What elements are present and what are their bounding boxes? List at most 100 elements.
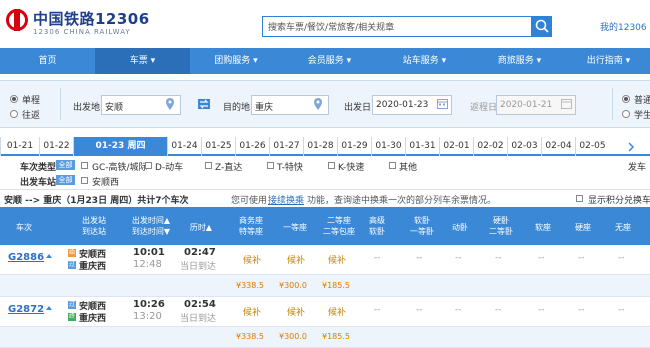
pass-station-icon: 过	[68, 261, 76, 269]
date-tab[interactable]: 02-05	[575, 137, 609, 156]
all-stations-button[interactable]: 全部	[56, 175, 75, 185]
search-icon	[535, 19, 549, 33]
nav-guide[interactable]: 出行指南 ▾	[567, 48, 650, 74]
all-types-button[interactable]: 全部	[56, 160, 75, 170]
show-points-label: 显示积分兑换车	[588, 196, 650, 206]
price-business: ¥338.5	[236, 332, 264, 341]
arrive-station[interactable]: 重庆西	[79, 259, 106, 272]
arrive-day: 当日到达	[180, 262, 217, 272]
seat-first[interactable]: 候补	[287, 253, 305, 266]
my-account-link[interactable]: 我的12306	[600, 20, 647, 33]
pass-station-icon: 过	[68, 301, 76, 309]
type-gc-label: GC-高铁/城际	[92, 163, 148, 173]
round-trip-label: 往返	[22, 111, 41, 121]
seat-soft-sleeper: --	[416, 305, 423, 315]
date-tab[interactable]: 01-24	[167, 137, 201, 156]
nav-tickets[interactable]: 车票 ▾	[95, 48, 190, 74]
date-tab[interactable]: 02-04	[541, 137, 575, 156]
date-tab[interactable]: 01-30	[371, 137, 405, 156]
seat-none: --	[618, 305, 625, 315]
start-station-icon: 始	[68, 249, 76, 257]
student-ticket-radio[interactable]	[622, 110, 630, 118]
date-tab-active[interactable]: 01-23 周四	[73, 137, 167, 156]
nav-station[interactable]: 站车服务 ▾	[377, 48, 472, 74]
return-date-value: 2020-01-21	[500, 100, 553, 110]
type-t-checkbox[interactable]	[267, 162, 274, 169]
seat-business[interactable]: 候补	[243, 305, 261, 318]
date-tab[interactable]: 01-26	[235, 137, 269, 156]
location-pin-icon	[166, 98, 174, 110]
seat-business[interactable]: 候补	[243, 253, 261, 266]
transfer-link[interactable]: 接续换乘	[268, 193, 304, 206]
student-ticket-label: 学生	[634, 111, 650, 121]
date-tab[interactable]: 02-03	[507, 137, 541, 156]
seat-hard-sleeper: --	[495, 253, 502, 263]
from-label: 出发地	[73, 103, 101, 113]
seat-soft: --	[538, 305, 545, 315]
show-points-checkbox[interactable]	[576, 195, 583, 202]
from-value: 安顺	[105, 103, 124, 113]
station-checkbox[interactable]	[81, 177, 88, 184]
expand-arrow-icon[interactable]	[45, 252, 53, 260]
type-gc-checkbox[interactable]	[81, 162, 88, 169]
normal-ticket-radio[interactable]	[622, 95, 630, 103]
date-tab[interactable]: 01-27	[269, 137, 303, 156]
type-k-checkbox[interactable]	[328, 162, 335, 169]
date-tab[interactable]: 01-22	[39, 137, 73, 156]
depart-time: 10:01	[133, 247, 165, 258]
return-date-label: 返程日	[470, 103, 498, 113]
transfer-tip-suffix: 功能，查询途中换乘一次的部分列车余票情况。	[307, 196, 497, 206]
seat-hsoft: --	[374, 253, 381, 263]
railway-logo-icon[interactable]	[6, 9, 28, 31]
nav-group[interactable]: 团购服务 ▾	[190, 48, 282, 74]
nav-home[interactable]: 首页	[0, 48, 95, 74]
col-times[interactable]: 出发时间▲ 到达时间▼	[122, 215, 180, 237]
col-stations: 出发站 到达站	[82, 216, 106, 236]
date-tab[interactable]: 02-01	[439, 137, 473, 156]
seat-second[interactable]: 候补	[328, 305, 346, 318]
date-tab[interactable]: 01-21	[0, 137, 39, 156]
round-trip-radio[interactable]	[10, 110, 18, 118]
date-tab[interactable]: 01-31	[405, 137, 439, 156]
col-dongwo: 动卧	[452, 223, 468, 232]
date-tab[interactable]: 01-25	[201, 137, 235, 156]
date-tab[interactable]: 01-28	[303, 137, 337, 156]
expand-arrow-icon[interactable]	[45, 304, 53, 312]
single-trip-label: 单程	[22, 96, 41, 106]
date-tab[interactable]: 02-02	[473, 137, 507, 156]
route-summary: 安顺 --> 重庆（1月23日 周四）共计7个车次	[4, 196, 189, 206]
price-first: ¥300.0	[279, 332, 307, 341]
arrive-station[interactable]: 重庆西	[79, 311, 106, 324]
type-other-checkbox[interactable]	[389, 162, 396, 169]
arrive-time: 13:20	[133, 311, 162, 322]
seat-second[interactable]: 候补	[328, 253, 346, 266]
type-d-checkbox[interactable]	[145, 162, 152, 169]
seat-dongwo: --	[455, 253, 462, 263]
logo-title[interactable]: 中国铁路12306	[33, 8, 150, 29]
scroll-right-icon[interactable]	[626, 142, 636, 152]
to-value: 重庆	[255, 103, 274, 113]
end-station-icon: 终	[68, 313, 76, 321]
train-number-link[interactable]: G2872	[8, 304, 44, 315]
calendar-icon	[437, 99, 448, 109]
col-business: 商务座 特等座	[239, 216, 263, 236]
col-soft-seat: 软座	[535, 223, 551, 232]
single-trip-radio[interactable]	[10, 95, 18, 103]
search-button[interactable]	[532, 16, 552, 37]
date-tab[interactable]: 01-29	[337, 137, 371, 156]
seat-soft-sleeper: --	[416, 253, 423, 263]
arrive-day: 当日到达	[180, 314, 217, 324]
train-type-label: 车次类型	[20, 163, 57, 173]
type-z-checkbox[interactable]	[205, 162, 212, 169]
nav-member[interactable]: 会员服务 ▾	[282, 48, 377, 74]
nav-business[interactable]: 商旅服务 ▾	[472, 48, 567, 74]
divider	[612, 88, 613, 120]
train-number-link[interactable]: G2886	[8, 252, 44, 263]
type-other-label: 其他	[399, 163, 418, 173]
col-duration[interactable]: 历时▲	[180, 222, 222, 233]
col-hsoft: 高级 软卧	[369, 216, 385, 236]
swap-icon[interactable]	[198, 99, 210, 109]
transfer-tip-prefix: 您可使用	[231, 196, 268, 206]
seat-first[interactable]: 候补	[287, 305, 305, 318]
depart-date-label: 出发日	[344, 103, 372, 113]
